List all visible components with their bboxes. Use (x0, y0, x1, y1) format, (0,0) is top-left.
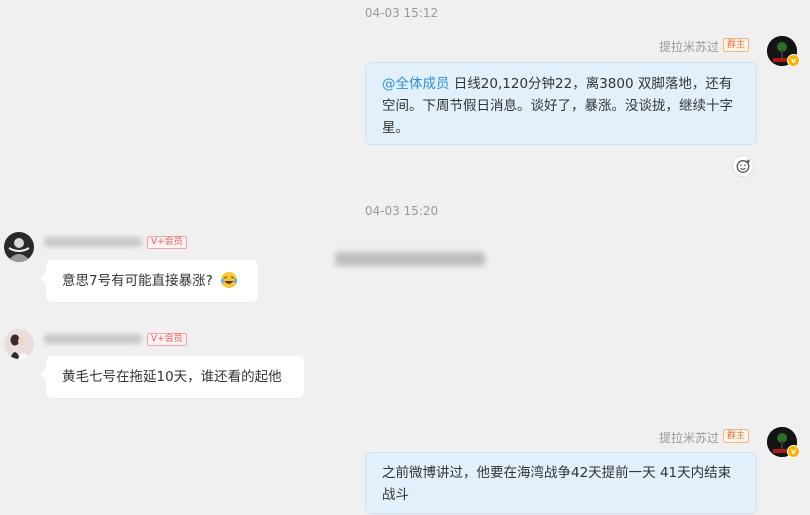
sender-name-redacted[interactable] (44, 237, 142, 247)
timestamp: 04-03 15:20 (364, 204, 439, 218)
timestamp: 04-03 15:12 (364, 6, 439, 20)
laughing-tears-emoji (220, 271, 238, 295)
group-owner-badge: 群主 (722, 429, 749, 443)
message-bubble[interactable]: 黄毛七号在拖延10天，谁还看的起他 (40, 356, 304, 398)
group-owner-badge: 群主 (722, 38, 749, 52)
verified-v-icon: v (787, 445, 800, 458)
message-text: 意思7号有可能直接暴涨? (62, 273, 213, 289)
mention-all-link[interactable]: @全体成员 (382, 76, 450, 92)
sender-name[interactable]: 提拉米苏过 (659, 429, 719, 446)
avatar-image (4, 329, 34, 359)
avatar[interactable] (4, 232, 34, 262)
verified-v-icon: v (787, 54, 800, 67)
message-text: 黄毛七号在拖延10天，谁还看的起他 (62, 369, 282, 385)
avatar[interactable] (4, 329, 34, 359)
message-bubble[interactable]: @全体成员 日线20,120分钟22，离3800 双脚落地，还有空间。下周节假日… (365, 62, 757, 145)
message-text: 之前微博讲过，他要在海湾战争42天提前一天 41天内结束战斗 (382, 465, 732, 503)
vip-member-badge: V+会员 (147, 236, 187, 249)
vip-member-badge: V+会员 (147, 333, 187, 346)
message-bubble[interactable]: 意思7号有可能直接暴涨? (40, 260, 258, 302)
blurred-content (335, 252, 485, 266)
sender-name[interactable]: 提拉米苏过 (659, 38, 719, 55)
sender-name-redacted[interactable] (44, 334, 142, 344)
add-reaction-icon[interactable] (732, 155, 754, 177)
avatar-image (4, 232, 34, 262)
message-bubble[interactable]: 之前微博讲过，他要在海湾战争42天提前一天 41天内结束战斗 (365, 452, 757, 514)
